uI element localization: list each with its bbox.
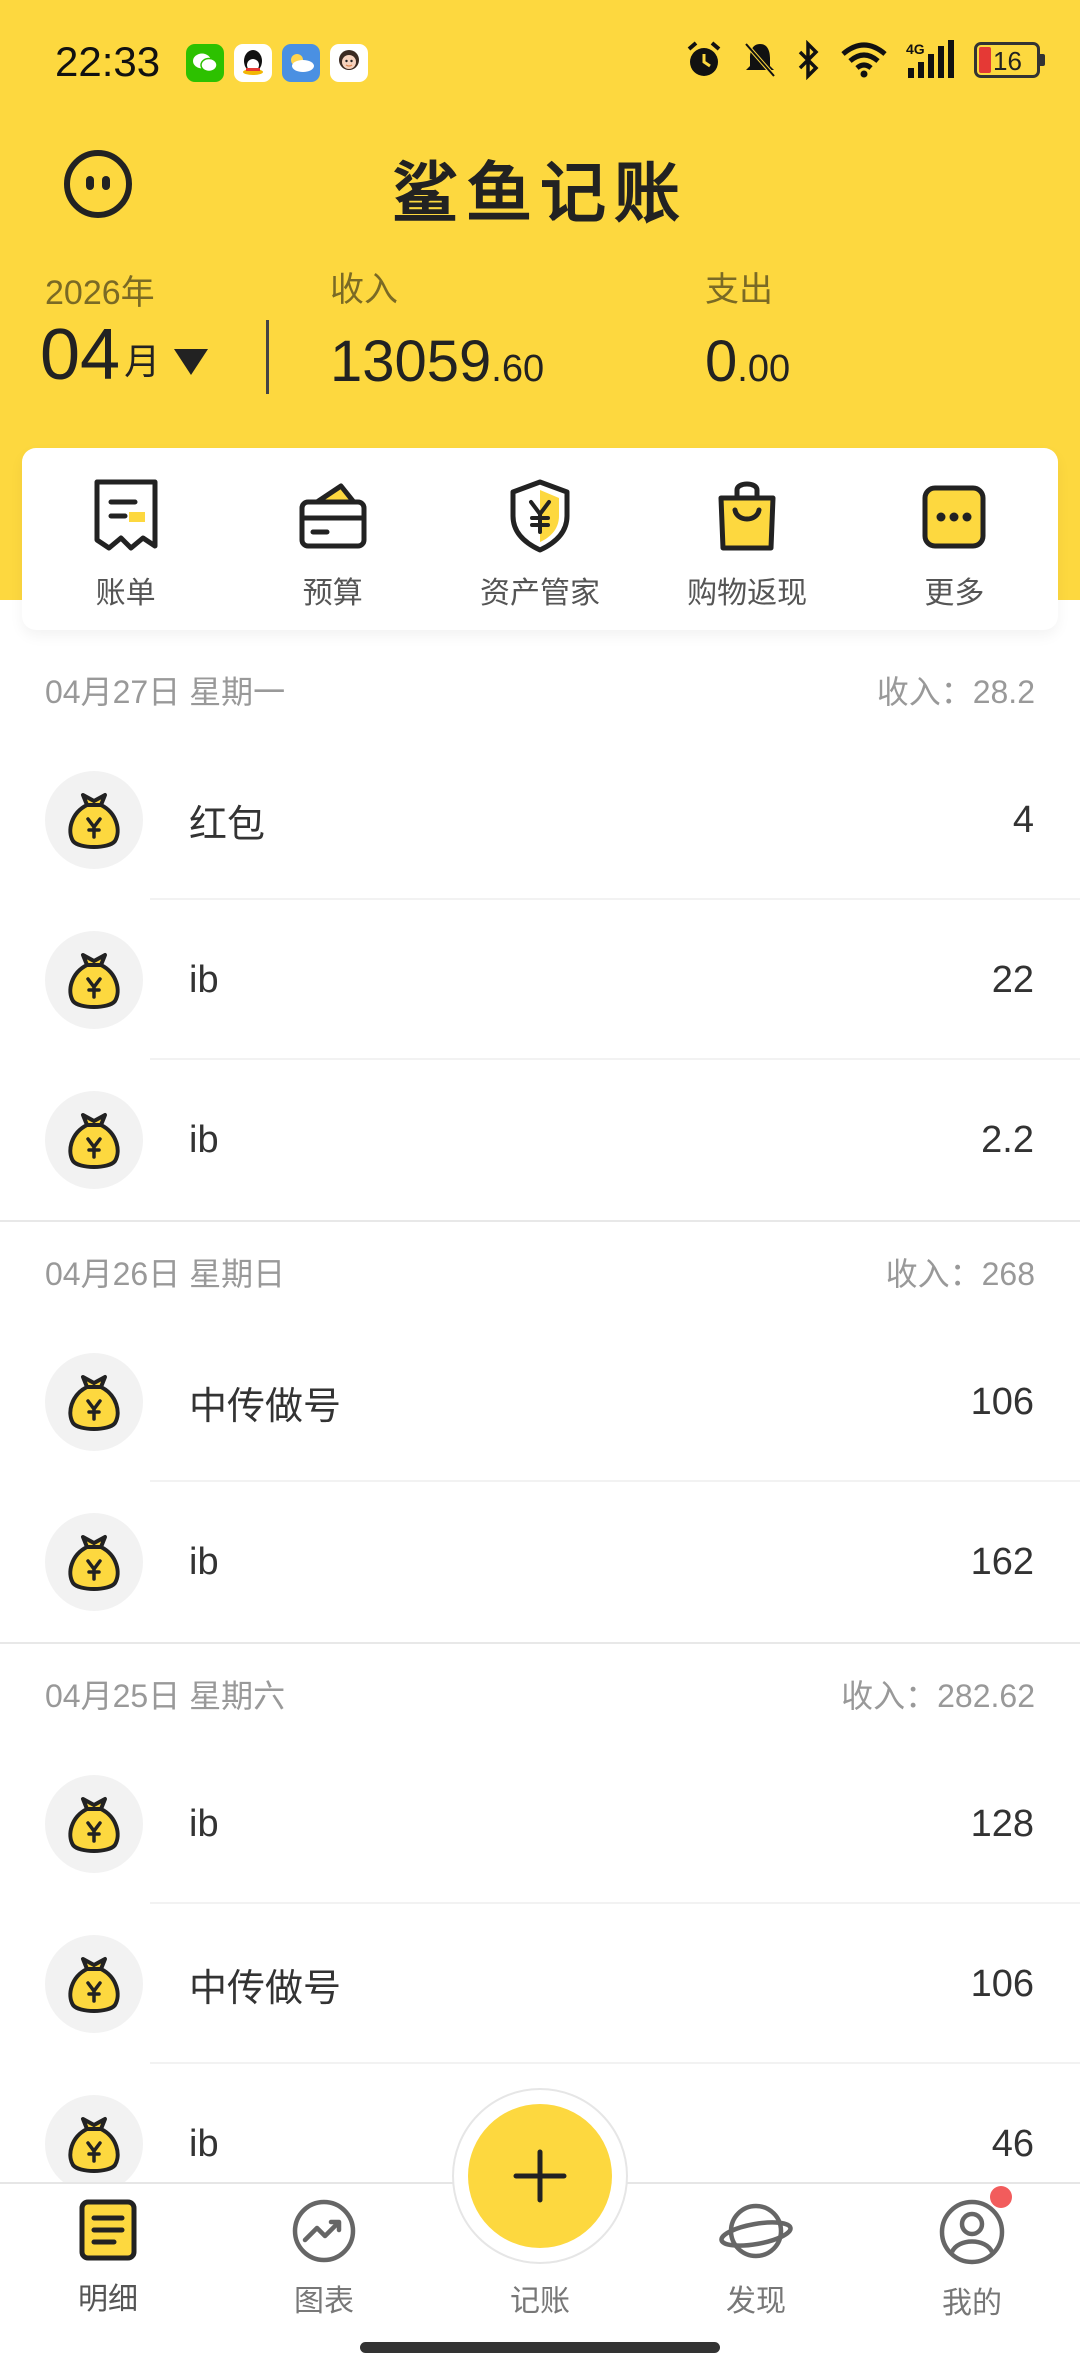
- money-bag-icon: [45, 771, 143, 869]
- signal-4g-icon: 4G: [906, 40, 954, 78]
- quick-bill-button[interactable]: 账单: [26, 478, 226, 612]
- mute-icon: [744, 42, 776, 78]
- transaction-name: 中传做号: [189, 1967, 342, 2010]
- qq-icon: [234, 44, 272, 82]
- home-indicator[interactable]: [360, 2342, 720, 2353]
- year-label: 2026年: [45, 274, 155, 312]
- nav-detail[interactable]: 明细: [28, 2198, 188, 2318]
- day-date: 04月25日 星期六: [45, 1678, 286, 1714]
- day-header: 04月27日 星期一 收入：28.2: [0, 640, 1080, 740]
- nav-discover[interactable]: 发现: [676, 2198, 836, 2320]
- money-bag-icon: [45, 2095, 143, 2193]
- transaction-amount: 22: [991, 958, 1034, 1001]
- nav-profile[interactable]: 我的: [892, 2198, 1052, 2322]
- transaction-amount: 162: [970, 1540, 1034, 1583]
- day-date: 04月27日 星期一: [45, 674, 286, 710]
- transaction-amount: 106: [970, 1962, 1034, 2005]
- nav-chart[interactable]: 图表: [244, 2198, 404, 2320]
- income-label: 收入: [330, 271, 398, 309]
- transaction-name: ib: [189, 1802, 219, 1845]
- wifi-icon: [841, 42, 887, 78]
- transaction-row[interactable]: ib 2.2: [0, 1060, 1080, 1220]
- profile-icon: [939, 2199, 1005, 2265]
- transaction-amount: 128: [970, 1802, 1034, 1845]
- quick-actions-bar: 账单 预算 资产管家 购物返现 更多: [22, 448, 1058, 630]
- bill-icon: [94, 479, 158, 551]
- month-number: 04: [40, 315, 121, 395]
- transaction-amount: 46: [991, 2122, 1034, 2165]
- planet-icon: [719, 2203, 793, 2259]
- expense-label: 支出: [705, 271, 773, 309]
- quick-budget-button[interactable]: 预算: [233, 478, 433, 612]
- svg-text:4G: 4G: [906, 41, 925, 57]
- quick-more-button[interactable]: 更多: [854, 478, 1054, 612]
- transaction-row[interactable]: ib 162: [0, 1482, 1080, 1642]
- month-unit: 月: [124, 341, 161, 382]
- income-value: 13059.60: [330, 329, 545, 394]
- chart-icon: [292, 2199, 356, 2263]
- weather-icon: [282, 44, 320, 82]
- shield-yen-icon: [510, 479, 570, 553]
- day-summary: 收入：268: [885, 1256, 1035, 1292]
- wallet-icon: [299, 483, 367, 549]
- system-icons: 4G 16: [684, 40, 1045, 80]
- status-time: 22:33: [55, 38, 161, 85]
- transaction-name: 红包: [189, 803, 266, 846]
- money-bag-icon: [45, 1935, 143, 2033]
- plus-icon: [513, 2149, 567, 2203]
- caret-down-icon: [174, 349, 209, 375]
- transaction-list[interactable]: 04月27日 星期一 收入：28.2 红包 4 ib 22 ib 2.2 04月…: [0, 640, 1080, 2224]
- more-icon: [922, 485, 986, 549]
- alarm-icon: [687, 41, 721, 76]
- transaction-row[interactable]: ib 128: [0, 1744, 1080, 1904]
- shopping-bag-icon: [718, 481, 776, 551]
- transaction-name: 中传做号: [189, 1385, 342, 1428]
- transaction-name: ib: [189, 1540, 219, 1583]
- day-header: 04月26日 星期日 收入：268: [0, 1222, 1080, 1322]
- battery-icon: 16: [974, 42, 1045, 78]
- day-summary: 收入：28.2: [876, 674, 1035, 710]
- header-divider: [266, 320, 269, 394]
- notification-badge: [990, 2186, 1012, 2208]
- money-bag-icon: [45, 1775, 143, 1873]
- avatar-app-icon: [330, 44, 368, 82]
- transaction-name: ib: [189, 958, 219, 1001]
- transaction-row[interactable]: 中传做号 106: [0, 1904, 1080, 2064]
- quick-asset-button[interactable]: 资产管家: [440, 478, 640, 612]
- wechat-icon: [186, 44, 224, 82]
- money-bag-icon: [45, 1513, 143, 1611]
- quick-cashback-button[interactable]: 购物返现: [647, 478, 847, 612]
- transaction-row[interactable]: 中传做号 106: [0, 1322, 1080, 1482]
- app-title: 鲨鱼记账: [392, 156, 688, 230]
- bluetooth-icon: [798, 40, 819, 80]
- transaction-amount: 2.2: [981, 1118, 1034, 1161]
- status-bar: 22:33 4G 16: [0, 0, 1080, 130]
- money-bag-icon: [45, 1091, 143, 1189]
- transaction-row[interactable]: ib 22: [0, 900, 1080, 1060]
- add-record-label: 记账: [510, 2285, 570, 2318]
- transaction-row[interactable]: 红包 4: [0, 740, 1080, 900]
- add-record-button[interactable]: [468, 2104, 612, 2248]
- day-summary: 收入：282.62: [841, 1678, 1035, 1714]
- detail-icon: [79, 2199, 137, 2261]
- day-header: 04月25日 星期六 收入：282.62: [0, 1644, 1080, 1744]
- expense-value: 0.00: [705, 329, 791, 394]
- transaction-name: ib: [189, 1118, 219, 1161]
- money-bag-icon: [45, 931, 143, 1029]
- money-bag-icon: [45, 1353, 143, 1451]
- notification-icons: [186, 44, 368, 82]
- month-picker[interactable]: 04 月: [40, 315, 209, 395]
- transaction-amount: 4: [1012, 798, 1034, 841]
- transaction-amount: 106: [970, 1380, 1034, 1423]
- day-date: 04月26日 星期日: [45, 1256, 286, 1292]
